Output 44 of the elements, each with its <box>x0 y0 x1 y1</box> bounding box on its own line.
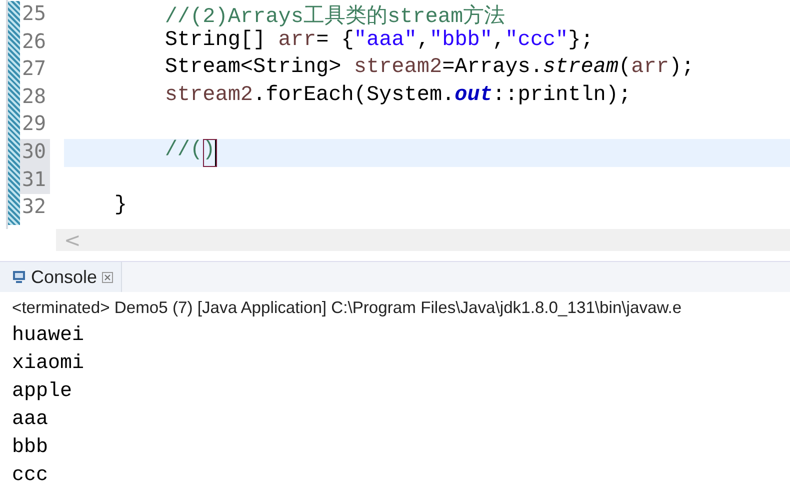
horizontal-scrollbar[interactable]: < <box>56 229 790 251</box>
code-token: , <box>416 28 430 54</box>
line-number: 29 <box>21 111 48 138</box>
console-output-line: aaa <box>11 407 50 433</box>
console-output-line: apple <box>11 379 74 405</box>
code-token: ( <box>618 56 632 82</box>
code-token: } <box>113 194 128 220</box>
code-token: }; <box>568 28 594 54</box>
line-number: 25 <box>21 1 48 27</box>
code-token: ::println); <box>492 84 632 109</box>
code-token: =Arrays. <box>442 56 543 82</box>
console-output-line: ccc <box>11 463 50 489</box>
scroll-left-arrow[interactable]: < <box>64 228 81 252</box>
console-output-line: bbb <box>11 435 50 461</box>
code-token: = { <box>316 28 354 54</box>
line-number: 27 <box>21 56 48 82</box>
code-token: , <box>492 28 506 54</box>
console-output-line: huawei <box>11 323 86 349</box>
code-token: ) <box>202 138 218 167</box>
line-number: 28 <box>21 84 48 110</box>
code-token: out <box>454 84 492 109</box>
console-output-line: xiaomi <box>11 351 86 377</box>
code-token: Stream<String> <box>164 56 342 82</box>
code-token: .forEach(System. <box>253 84 455 109</box>
code-token: arr <box>278 28 316 54</box>
line-number: 31 <box>20 166 50 194</box>
code-token: String[] <box>164 28 267 54</box>
code-token: stream2 <box>164 84 254 109</box>
code-token: "ccc" <box>505 28 568 54</box>
code-token: stream <box>542 56 619 82</box>
console-status: <terminated> Demo5 (7) [Java Application] C:\Program Files\Java\jdk1.8.0_131\bin\javaw.e <box>11 297 683 318</box>
code-token: stream2 <box>354 56 442 82</box>
code-token: "bbb" <box>430 28 493 54</box>
close-icon[interactable] <box>102 272 114 282</box>
code-token: "aaa" <box>354 28 417 54</box>
code-token: //(2)Arrays工具类的stream方法 <box>164 3 506 29</box>
monitor-icon <box>12 270 26 284</box>
line-number: 26 <box>21 28 48 55</box>
code-token: arr <box>631 56 669 82</box>
code-token: ); <box>668 56 694 82</box>
console-tab[interactable]: Console <box>0 262 122 292</box>
line-number: 32 <box>21 194 48 220</box>
line-number: 30 <box>20 138 50 167</box>
code-token: //( <box>164 138 203 164</box>
